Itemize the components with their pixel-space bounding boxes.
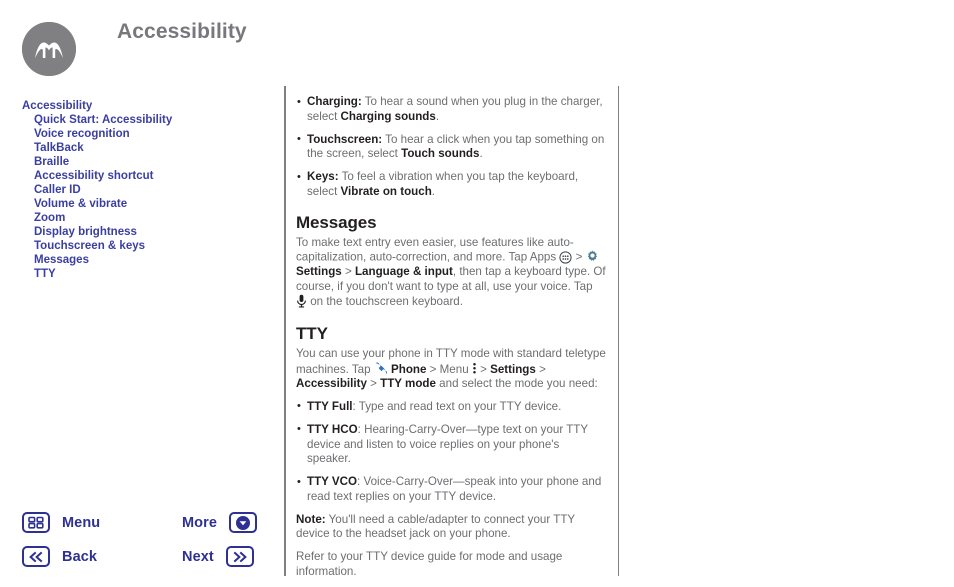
messages-text-e: on the touchscreen keyboard.	[307, 295, 463, 309]
page-header: Accessibility	[0, 0, 954, 86]
tty-bold-accessibility: Accessibility	[296, 377, 367, 391]
tty-text-d: >	[535, 362, 546, 376]
tty-bold-tty-mode: TTY mode	[380, 377, 436, 391]
sidebar-item-voice-recognition[interactable]: Voice recognition	[34, 128, 272, 142]
bullet-text-end: .	[479, 147, 483, 161]
section-heading-messages: Messages	[296, 212, 377, 232]
sidebar-item-braille[interactable]: Braille	[34, 156, 272, 170]
double-chevron-left-icon	[22, 546, 50, 567]
messages-text-a: To make text entry even easier, use feat…	[296, 235, 574, 264]
bullet-lead: TTY HCO	[307, 422, 358, 436]
sidebar-item-zoom[interactable]: Zoom	[34, 212, 272, 226]
sidebar-item-volume-vibrate[interactable]: Volume & vibrate	[34, 198, 272, 212]
bottom-navigation: Menu Back More Next	[22, 508, 272, 570]
bullet-bold-term: Touch sounds	[401, 147, 480, 161]
note-paragraph: Note: You'll need a cable/adapter to con…	[296, 513, 606, 542]
sidebar-item-accessibility[interactable]: Accessibility	[22, 100, 272, 114]
tty-mode-bullet-list: TTY Full: Type and read text on your TTY…	[296, 399, 606, 505]
sidebar-item-tty[interactable]: TTY	[34, 268, 272, 282]
messages-bold-language-input: Language & input	[354, 265, 453, 279]
note-text: You'll need a cable/adapter to connect y…	[296, 512, 575, 541]
next-button-label: Next	[182, 548, 214, 565]
apps-grid-icon	[559, 251, 572, 264]
section-heading-tty: TTY	[296, 324, 328, 344]
sidebar-item-accessibility-shortcut[interactable]: Accessibility shortcut	[34, 170, 272, 184]
bullet-lead: TTY VCO	[307, 475, 358, 489]
refer-paragraph: Refer to your TTY device guide for mode …	[296, 550, 563, 578]
bullet-text: : Type and read text on your TTY device.	[352, 399, 562, 413]
phone-handset-icon	[374, 362, 388, 375]
sidebar-nav: Accessibility Quick Start: Accessibility…	[22, 100, 272, 282]
tty-text-e: >	[366, 377, 381, 391]
tty-bold-phone: Phone	[391, 362, 427, 376]
bullet-text-end: .	[435, 109, 440, 123]
double-chevron-right-icon	[225, 546, 254, 567]
tty-text-c: >	[476, 362, 491, 376]
sidebar-item-display-brightness[interactable]: Display brightness	[34, 226, 272, 240]
motorola-logo-icon	[22, 22, 76, 76]
bullet-bold-term: Vibrate on touch	[340, 184, 432, 198]
sidebar-item-talkback[interactable]: TalkBack	[34, 142, 272, 156]
chevron-down-circle-icon	[229, 512, 258, 533]
messages-paragraph: To make text entry even easier, use feat…	[296, 236, 606, 310]
bullet-lead: TTY Full	[307, 399, 353, 413]
column-divider-left	[284, 86, 286, 576]
menu-button[interactable]: Menu	[22, 512, 100, 533]
list-item: Charging: To hear a sound when you plug …	[296, 94, 606, 124]
messages-text-c: >	[341, 265, 355, 279]
list-item: TTY HCO: Hearing-Carry-Over—type text on…	[296, 422, 606, 467]
list-item: TTY Full: Type and read text on your TTY…	[296, 399, 606, 415]
page-title: Accessibility	[117, 20, 247, 43]
list-item: Touchscreen: To hear a click when you ta…	[296, 132, 606, 162]
tty-text-f: and select the mode you need:	[435, 377, 598, 391]
sidebar-item-caller-id[interactable]: Caller ID	[34, 184, 272, 198]
sidebar-item-quick-start[interactable]: Quick Start: Accessibility	[34, 114, 272, 128]
sound-settings-bullet-list: Charging: To hear a sound when you plug …	[296, 94, 606, 200]
back-button-label: Back	[62, 548, 98, 565]
tty-bold-settings: Settings	[490, 362, 536, 376]
main-content: Charging: To hear a sound when you plug …	[296, 94, 606, 587]
more-button[interactable]: More	[182, 512, 258, 533]
bullet-text-end: .	[431, 184, 436, 198]
sidebar-item-messages[interactable]: Messages	[34, 254, 272, 268]
back-button[interactable]: Back	[22, 546, 97, 567]
messages-bold-settings: Settings	[296, 265, 342, 279]
tty-paragraph: You can use your phone in TTY mode with …	[296, 347, 606, 392]
tty-text-b: > Menu	[426, 362, 472, 376]
microphone-icon	[296, 294, 307, 308]
column-divider-right	[618, 86, 619, 576]
next-button[interactable]: Next	[182, 546, 254, 567]
bullet-lead: Touchscreen:	[307, 132, 383, 146]
list-item: TTY VCO: Voice-Carry-Over—speak into you…	[296, 475, 606, 504]
messages-text-b: >	[572, 250, 586, 264]
more-button-label: More	[182, 514, 218, 531]
menu-kebab-icon	[472, 362, 477, 375]
bullet-lead: Charging:	[307, 95, 362, 108]
list-item: Keys: To feel a vibration when you tap t…	[296, 170, 606, 199]
settings-gear-icon	[586, 250, 599, 263]
bullet-lead: Keys:	[307, 170, 339, 184]
sidebar-item-touchscreen-keys[interactable]: Touchscreen & keys	[34, 240, 272, 254]
note-lead: Note:	[296, 512, 326, 526]
bullet-bold-term: Charging sounds	[340, 109, 436, 123]
grid-menu-icon	[22, 512, 50, 533]
menu-button-label: Menu	[62, 514, 101, 531]
